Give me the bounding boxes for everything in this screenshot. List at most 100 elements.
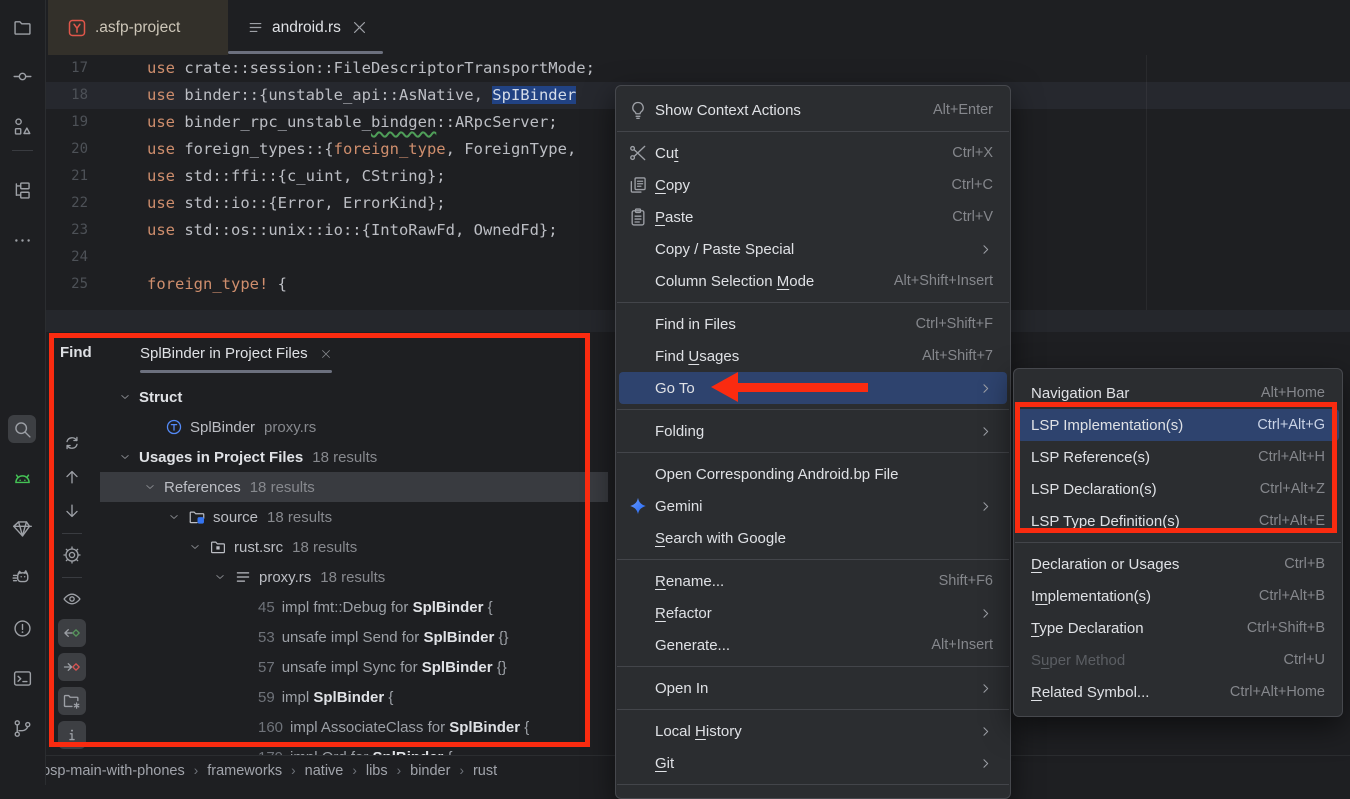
menu-item-lsp-implementation-s[interactable]: LSP Implementation(s)Ctrl+Alt+G xyxy=(1017,409,1339,441)
breadcrumb-item[interactable]: rust xyxy=(473,763,497,779)
breadcrumb-item[interactable]: aosp-main-with-phones xyxy=(34,763,185,779)
tree-row-usage-57[interactable]: 57unsafe impl Sync for SplBinder {} xyxy=(100,652,608,682)
menu-item-find-in-files[interactable]: Find in FilesCtrl+Shift+F xyxy=(619,308,1007,340)
menu-item-find-usages[interactable]: Find UsagesAlt+Shift+7 xyxy=(619,340,1007,372)
find-results-tab[interactable]: SplBinder in Project Files xyxy=(140,332,332,375)
menu-item-declaration-or-usages[interactable]: Declaration or UsagesCtrl+B xyxy=(1017,548,1339,580)
menu-item-show-context-actions[interactable]: Show Context ActionsAlt+Enter xyxy=(619,94,1007,126)
line-number: 21 xyxy=(45,163,135,190)
menu-item-paste[interactable]: PasteCtrl+V xyxy=(619,201,1007,233)
nav-forward-icon xyxy=(62,657,82,677)
menu-item-lsp-declaration-s[interactable]: LSP Declaration(s)Ctrl+Alt+Z xyxy=(1017,473,1339,505)
gemini-icon xyxy=(628,496,648,516)
menu-item-label: Git xyxy=(655,755,674,772)
editor-context-menu: Show Context ActionsAlt+EnterCutCtrl+XCo… xyxy=(615,85,1011,799)
sidebar-item-structure[interactable] xyxy=(8,112,36,140)
find-toolbar-rerun-search[interactable] xyxy=(58,429,86,457)
sidebar-item-problems[interactable] xyxy=(8,614,36,642)
menu-item-copy-paste-special[interactable]: Copy / Paste Special xyxy=(619,233,1007,265)
tree-row-usage-160[interactable]: 160impl AssociateClass for SplBinder { xyxy=(100,712,608,742)
menu-item-local-history[interactable]: Local History xyxy=(619,715,1007,747)
editor-tab-android-rs[interactable]: android.rs xyxy=(228,0,383,55)
sidebar-item-gem[interactable] xyxy=(8,514,36,542)
menu-item-super-method[interactable]: Super MethodCtrl+U xyxy=(1017,644,1339,676)
chevron-down-icon[interactable] xyxy=(143,480,157,494)
tree-row-struct[interactable]: Struct xyxy=(100,382,608,412)
menu-item-related-symbol[interactable]: Related Symbol...Ctrl+Alt+Home xyxy=(1017,676,1339,708)
tree-row-usage-59[interactable]: 59impl SplBinder { xyxy=(100,682,608,712)
sidebar-item-terminal[interactable] xyxy=(8,664,36,692)
find-toolbar-view-options[interactable] xyxy=(58,585,86,613)
sidebar-item-commit[interactable] xyxy=(8,62,36,90)
menu-item-open-corresponding-android-bp-file[interactable]: Open Corresponding Android.bp File xyxy=(619,458,1007,490)
tree-row-source[interactable]: source18 results xyxy=(100,502,608,532)
submenu-arrow-icon xyxy=(978,724,993,739)
menu-item-git[interactable]: Git xyxy=(619,747,1007,779)
sidebar-item-version-control[interactable] xyxy=(8,714,36,742)
chevron-down-icon[interactable] xyxy=(213,570,227,584)
menu-item-folding[interactable]: Folding xyxy=(619,415,1007,447)
find-toolbar-group-by-directory[interactable] xyxy=(58,687,86,715)
find-toolbar-previous-occurrence[interactable] xyxy=(58,463,86,491)
menu-item-go-to[interactable]: Go To xyxy=(619,372,1007,404)
tree-row-proxy-rs[interactable]: proxy.rs18 results xyxy=(100,562,608,592)
sidebar-item-more-tool-windows[interactable] xyxy=(8,226,36,254)
breadcrumb-item[interactable]: libs xyxy=(366,763,388,779)
menu-item-copy[interactable]: CopyCtrl+C xyxy=(619,169,1007,201)
code-line-17[interactable]: 17use crate::session::FileDescriptorTran… xyxy=(45,55,1350,82)
find-toolbar-settings[interactable] xyxy=(58,541,86,569)
tree-row-usage-45[interactable]: 45impl fmt::Debug for SplBinder { xyxy=(100,592,608,622)
chevron-down-icon[interactable] xyxy=(118,450,132,464)
tree-row-usage-53[interactable]: 53unsafe impl Send for SplBinder {} xyxy=(100,622,608,652)
chevron-down-icon[interactable] xyxy=(188,540,202,554)
find-toolbar-navigate-forward[interactable] xyxy=(58,653,86,681)
tree-row-references[interactable]: References18 results xyxy=(100,472,608,502)
find-toolbar-next-occurrence[interactable] xyxy=(58,497,86,525)
menu-item-type-declaration[interactable]: Type DeclarationCtrl+Shift+B xyxy=(1017,612,1339,644)
menu-item-navigation-bar[interactable]: Navigation BarAlt+Home xyxy=(1017,377,1339,409)
breadcrumb-separator: › xyxy=(194,763,199,778)
code-text: use binder::{unstable_api::AsNative, SpI… xyxy=(147,82,576,109)
menu-shortcut: Alt+Enter xyxy=(933,102,993,118)
sidebar-item-project[interactable] xyxy=(8,13,36,41)
find-toolbar-navigate-back[interactable] xyxy=(58,619,86,647)
sidebar-item-android[interactable] xyxy=(8,464,36,492)
menu-item-open-in[interactable]: Open In xyxy=(619,672,1007,704)
menu-shortcut: Ctrl+U xyxy=(1284,652,1326,668)
tree-row-rust-src[interactable]: rust.src18 results xyxy=(100,532,608,562)
chevron-down-icon[interactable] xyxy=(167,510,181,524)
menu-item-refactor[interactable]: Refactor xyxy=(619,597,1007,629)
menu-item-lsp-type-definition-s[interactable]: LSP Type Definition(s)Ctrl+Alt+E xyxy=(1017,505,1339,537)
submenu-arrow-icon xyxy=(978,424,993,439)
menu-item-rename[interactable]: Rename...Shift+F6 xyxy=(619,565,1007,597)
breadcrumb-item[interactable]: binder xyxy=(410,763,450,779)
breadcrumb-item[interactable]: native xyxy=(305,763,344,779)
menu-shortcut: Ctrl+Alt+G xyxy=(1257,417,1325,433)
menu-item-column-selection-mode[interactable]: Column Selection ModeAlt+Shift+Insert xyxy=(619,265,1007,297)
tree-row-usage-179[interactable]: 179impl Ord for SplBinder { xyxy=(100,742,608,755)
search-icon xyxy=(12,419,33,440)
code-text: use crate::session::FileDescriptorTransp… xyxy=(147,55,595,82)
menu-item-lsp-reference-s[interactable]: LSP Reference(s)Ctrl+Alt+H xyxy=(1017,441,1339,473)
sidebar-item-logcat[interactable] xyxy=(8,564,36,592)
menu-item-implementation-s[interactable]: Implementation(s)Ctrl+Alt+B xyxy=(1017,580,1339,612)
problems-icon xyxy=(12,618,33,639)
breadcrumb-item[interactable]: frameworks xyxy=(207,763,282,779)
menu-item-search-with-google[interactable]: Search with Google xyxy=(619,522,1007,554)
close-find-tab-icon[interactable] xyxy=(320,348,332,360)
close-tab-icon[interactable] xyxy=(351,19,368,36)
menu-item-cut[interactable]: CutCtrl+X xyxy=(619,137,1007,169)
menu-icon-spacer xyxy=(628,378,648,398)
tree-row-usages-in-project-files[interactable]: Usages in Project Files18 results xyxy=(100,442,608,472)
sidebar-item-find[interactable] xyxy=(8,415,36,443)
find-tab-label: SplBinder in Project Files xyxy=(140,345,308,362)
project-tool-window-tab[interactable]: .asfp-project xyxy=(48,0,228,55)
menu-item-gemini[interactable]: Gemini xyxy=(619,490,1007,522)
find-toolbar-show-preview[interactable] xyxy=(58,721,86,749)
menu-item-generate[interactable]: Generate...Alt+Insert xyxy=(619,629,1007,661)
sidebar-item-hierarchy[interactable] xyxy=(8,176,36,204)
chevron-down-icon[interactable] xyxy=(118,390,132,404)
tree-row-splbinder[interactable]: SplBinderproxy.rs xyxy=(100,412,608,442)
code-text: use foreign_types::{foreign_type, Foreig… xyxy=(147,136,576,163)
menu-icon-spacer xyxy=(628,314,648,334)
